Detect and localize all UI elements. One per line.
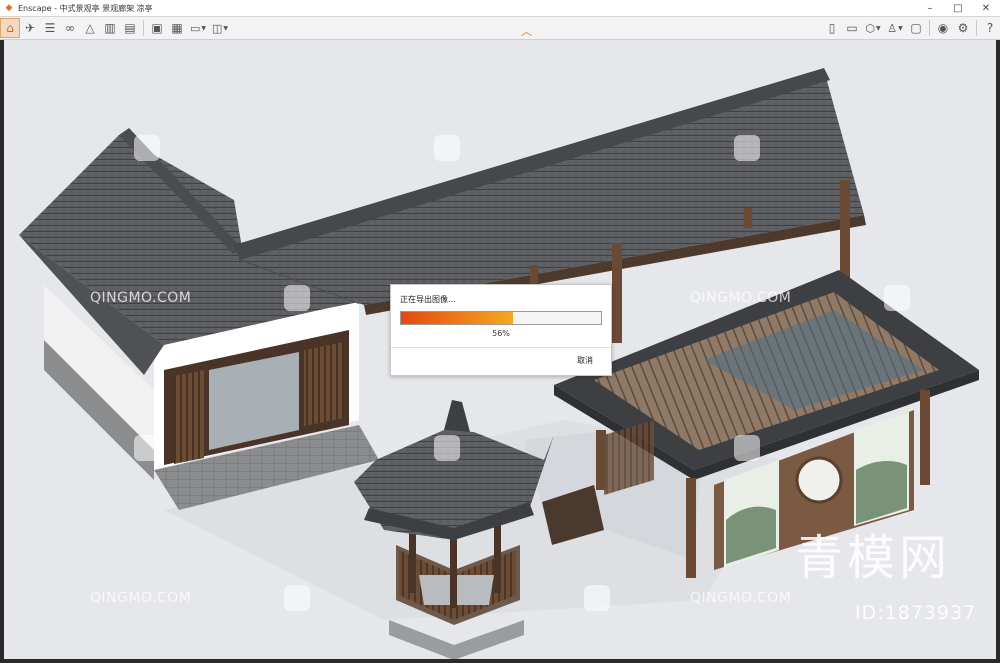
title-bar: ◆ Enscape - 中式景观亭 景观廊架 凉亭 – □ ✕ xyxy=(0,0,1000,17)
toolbar-divider-help xyxy=(976,20,977,36)
watermark-text: QINGMO.COM xyxy=(90,290,192,306)
watermark-logo-icon xyxy=(434,135,460,161)
progress-bar xyxy=(400,311,602,325)
watermark-logo-icon xyxy=(734,435,760,461)
enscape-logo-icon: ◆ xyxy=(5,3,13,13)
window-border-left xyxy=(0,40,4,663)
window-border-bottom xyxy=(0,659,1000,663)
mountain-icon[interactable]: △ xyxy=(80,18,100,38)
watermark-logo-icon xyxy=(734,135,760,161)
watermark-logo-icon xyxy=(284,285,310,311)
dialog-divider xyxy=(391,347,611,348)
video-export-icon[interactable]: ▭ ▼ xyxy=(187,22,209,35)
watermark-text: QINGMO.COM xyxy=(690,590,792,606)
paths-icon[interactable]: ✈ xyxy=(20,18,40,38)
home-icon[interactable]: ⌂ xyxy=(0,18,20,38)
watermark-logo-icon xyxy=(134,135,160,161)
binoculars-icon[interactable]: ∞ xyxy=(60,18,80,38)
image-export-icon[interactable]: ▣ xyxy=(147,18,167,38)
screenshot-icon[interactable]: ▭ xyxy=(842,18,862,38)
window-border-right xyxy=(996,40,1000,663)
buildings-icon[interactable]: ▥ xyxy=(100,18,120,38)
cube-icon[interactable]: ⬡ ▼ xyxy=(862,22,884,35)
main-toolbar: ⌂ ✈ ☰ ∞ △ ▥ ▤ ▣ ▦ ▭ ▼ ◫ ▼ ︿ ▯ ▭ ⬡ ▼ ♙ ▼ ▢ ◉ … xyxy=(0,17,1000,40)
book-icon[interactable]: ▯ xyxy=(822,18,842,38)
panorama-export-icon[interactable]: ◫ ▼ xyxy=(209,22,231,35)
watermark-text: QINGMO.COM xyxy=(90,590,192,606)
watermark-logo-icon xyxy=(884,285,910,311)
progress-percent: 56% xyxy=(492,329,510,338)
close-button[interactable]: ✕ xyxy=(972,0,1000,16)
dialog-title: 正在导出图像... xyxy=(400,295,456,304)
watermark-logo-icon xyxy=(284,585,310,611)
watermark-logo-icon xyxy=(434,435,460,461)
export-progress-dialog: 正在导出图像... 56% 取消 xyxy=(390,284,612,376)
cancel-button[interactable]: 取消 xyxy=(577,355,593,366)
vr-icon[interactable]: ♙ ▼ xyxy=(884,22,906,35)
toolbar-divider-right xyxy=(929,20,930,36)
collapse-toolbar-icon[interactable]: ︿ xyxy=(521,23,532,39)
brand-watermark: 青模网 xyxy=(795,530,952,586)
eye-icon[interactable]: ◉ xyxy=(933,18,953,38)
help-button[interactable]: ? xyxy=(980,18,1000,38)
image-id-watermark: ID:1873937 xyxy=(855,602,977,624)
minimize-button[interactable]: – xyxy=(916,0,944,16)
toolbar-spacer: ︿ xyxy=(231,17,822,39)
toolbar-divider xyxy=(143,20,144,36)
maximize-button[interactable]: □ xyxy=(944,0,972,16)
display-icon[interactable]: ▢ xyxy=(906,18,926,38)
watermark-logo-icon xyxy=(584,585,610,611)
list-icon[interactable]: ☰ xyxy=(40,18,60,38)
progress-bar-fill xyxy=(401,312,513,324)
panel-icon[interactable]: ▤ xyxy=(120,18,140,38)
watermark-logo-icon xyxy=(134,435,160,461)
batch-export-icon[interactable]: ▦ xyxy=(167,18,187,38)
watermark-text: QINGMO.COM xyxy=(690,290,792,306)
settings-icon[interactable]: ⚙ xyxy=(953,18,973,38)
window-title: Enscape - 中式景观亭 景观廊架 凉亭 xyxy=(18,3,153,13)
